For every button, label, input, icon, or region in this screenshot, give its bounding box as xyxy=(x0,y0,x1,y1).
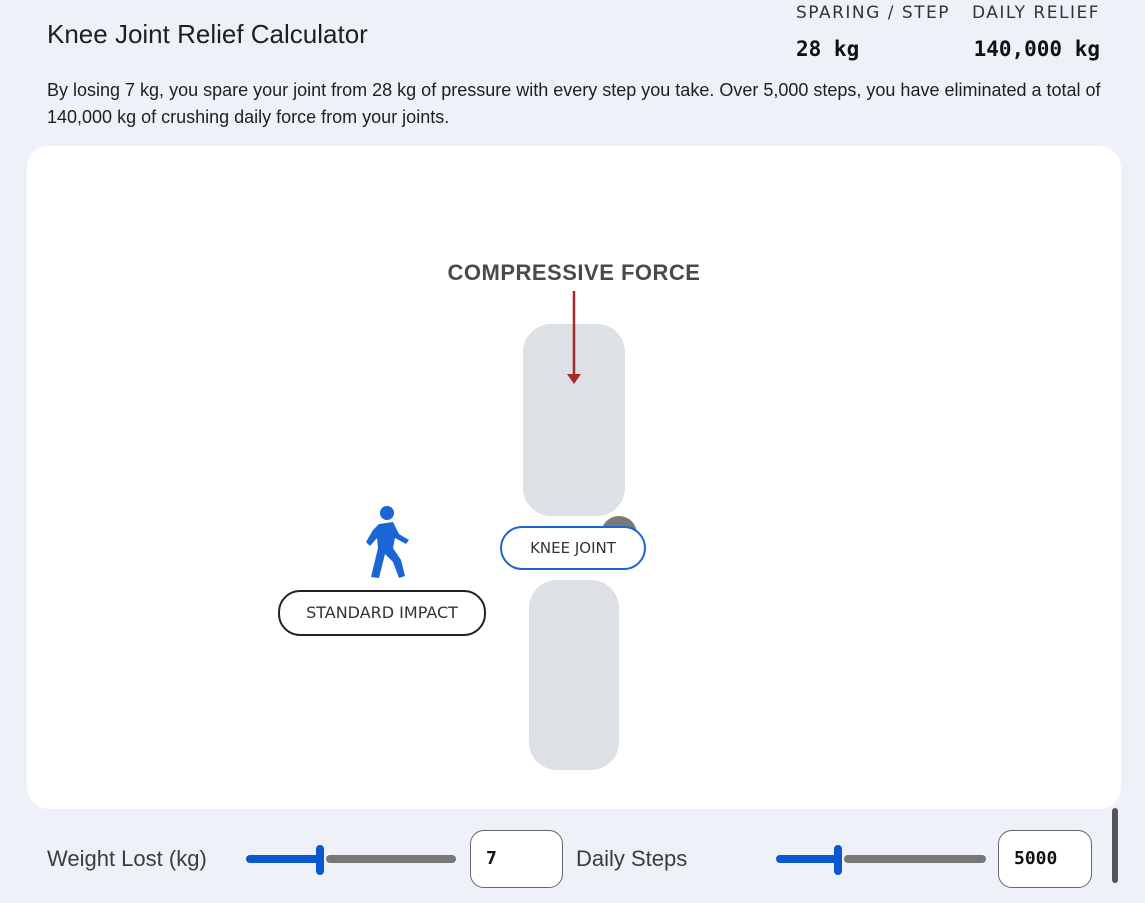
weight-slider-thumb[interactable] xyxy=(316,845,324,875)
compressive-force-label: COMPRESSIVE FORCE xyxy=(447,260,701,285)
sparing-label: SPARING / STEP xyxy=(796,3,951,23)
knee-diagram-card: COMPRESSIVE FORCE KNEE JOINT STANDARD IM… xyxy=(27,146,1121,809)
controls-bar: Weight Lost (kg) 7 Daily Steps 5000 xyxy=(0,820,1145,903)
weight-lost-input[interactable]: 7 xyxy=(470,830,563,888)
knee-diagram xyxy=(366,291,637,770)
relief-label: DAILY RELIEF xyxy=(972,3,1100,23)
description-text: By losing 7 kg, you spare your joint fro… xyxy=(47,80,1101,127)
scrollbar[interactable] xyxy=(1112,808,1118,883)
weight-slider-rest xyxy=(326,855,456,863)
standard-impact-label: STANDARD IMPACT xyxy=(278,590,486,636)
daily-steps-slider[interactable] xyxy=(776,845,986,875)
walking-person-icon xyxy=(366,506,409,578)
steps-slider-rest xyxy=(844,855,986,863)
knee-joint-label: KNEE JOINT xyxy=(500,526,646,570)
weight-lost-slider[interactable] xyxy=(246,845,456,875)
page-title: Knee Joint Relief Calculator xyxy=(47,19,368,49)
relief-value: 140,000 kg xyxy=(973,37,1100,61)
tibia-bone xyxy=(529,580,619,770)
sparing-value: 28 kg xyxy=(796,37,860,61)
daily-steps-label: Daily Steps xyxy=(576,846,688,871)
steps-slider-thumb[interactable] xyxy=(834,845,842,875)
daily-steps-input[interactable]: 5000 xyxy=(998,830,1092,888)
daily-relief-stat: DAILY RELIEF 140,000 kg xyxy=(972,3,1100,61)
weight-slider-fill xyxy=(246,855,320,863)
steps-slider-fill xyxy=(776,855,838,863)
sparing-per-step-stat: SPARING / STEP 28 kg xyxy=(796,3,950,61)
weight-lost-label: Weight Lost (kg) xyxy=(47,846,207,871)
